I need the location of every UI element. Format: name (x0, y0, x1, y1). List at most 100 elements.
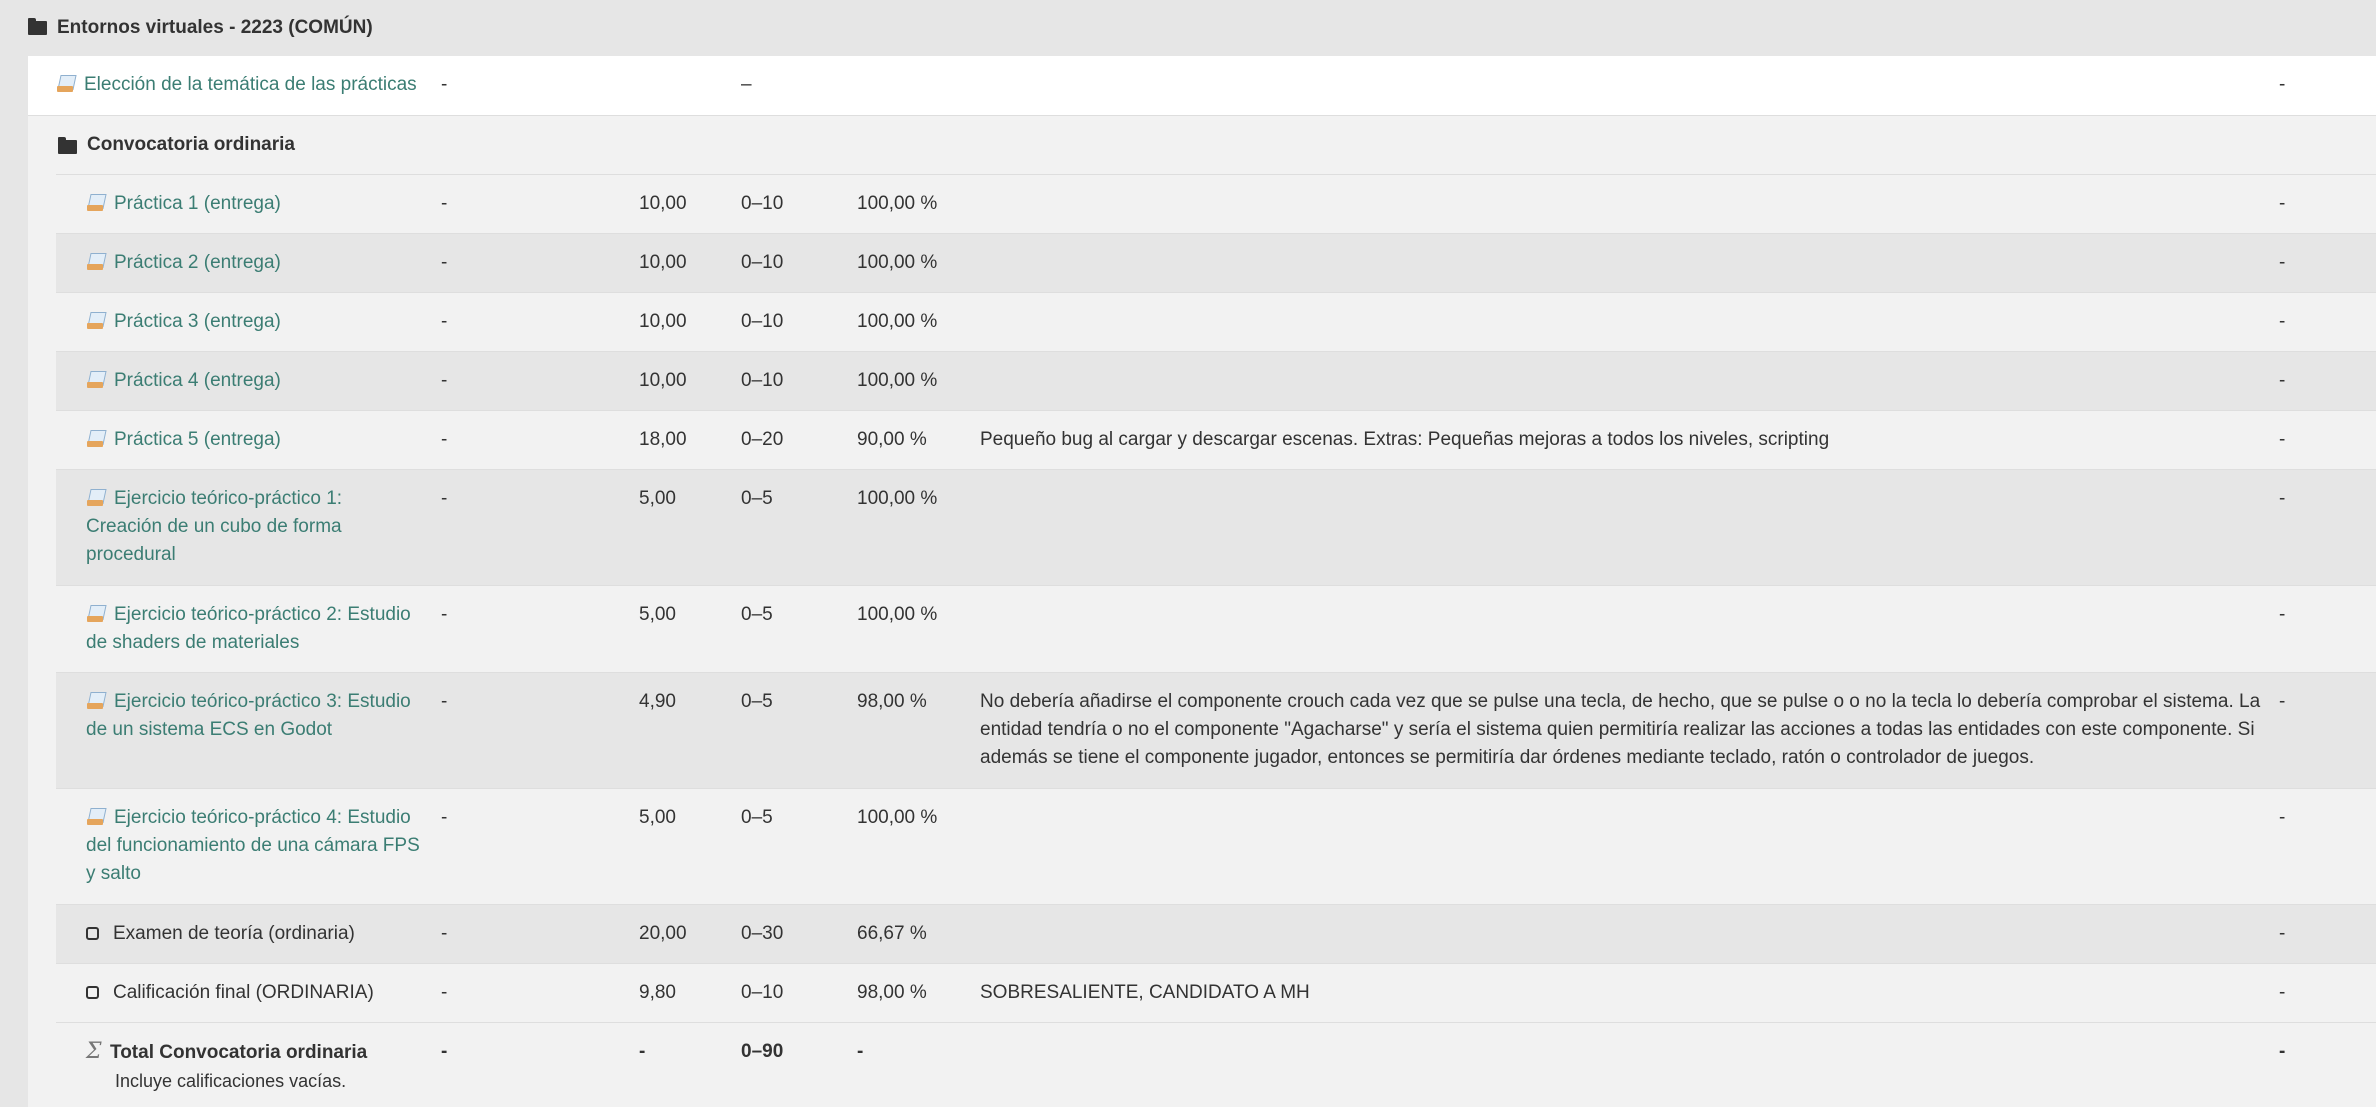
cell-col1: - (441, 429, 448, 450)
total-note: Incluye calificaciones vacías. (115, 1071, 347, 1091)
cell-range: 0–5 (741, 807, 773, 828)
subcategory-header: Convocatoria ordinaria (28, 115, 2376, 174)
cell-percentage: 100,00 % (857, 311, 938, 332)
grade-item-link[interactable]: Práctica 1 (entrega) (86, 190, 416, 218)
grade-item-name-cell: Ejercicio teórico-práctico 2: Estudio de … (86, 601, 416, 657)
total-title: Total Convocatoria ordinaria (110, 1042, 368, 1063)
grade-item-text[interactable]: Práctica 5 (entrega) (114, 429, 281, 450)
cell-last: - (2279, 923, 2286, 944)
assignment-icon (86, 252, 106, 271)
grade-item-text: Calificación final (ORDINARIA) (113, 982, 374, 1003)
cell-grade: 10,00 (639, 311, 687, 332)
assignment-icon (86, 429, 106, 448)
cell-percentage: 100,00 % (857, 193, 938, 214)
grade-item-text[interactable]: Ejercicio teórico-práctico 4: Estudio (114, 807, 411, 828)
table-row: Examen de teoría (ordinaria) - 20,00 0–30 66… (56, 904, 2376, 963)
table-row: Ejercicio teórico-práctico 4: Estudio del… (56, 788, 2376, 904)
cell-col1: - (441, 604, 448, 625)
cell-range: 0–5 (741, 488, 773, 509)
cell-grade: 10,00 (639, 370, 687, 391)
grade-item-text[interactable]: procedural (86, 544, 176, 565)
cell-range: 0–10 (741, 311, 784, 332)
table-row: Práctica 1 (entrega) - 10,00 0–10 100,00 % - (56, 174, 2376, 233)
grade-item-link[interactable]: de un sistema ECS en Godot (86, 716, 416, 744)
table-row: Calificación final (ORDINARIA) - 9,80 0–10 9… (56, 963, 2376, 1022)
grade-item-name[interactable]: Elección de la temática de las prácticas (84, 74, 417, 95)
grade-item-text[interactable]: Ejercicio teórico-práctico 1: (114, 488, 342, 509)
category-title: Entornos virtuales - 2223 (COMÚN) (57, 17, 373, 38)
assignment-icon (86, 691, 106, 710)
cell-range: 0–10 (741, 193, 784, 214)
feedback-line: entidad tendría o no el componente "Agac… (980, 719, 2255, 740)
grade-item-link[interactable]: del funcionamiento de una cámara FPS (86, 832, 420, 860)
grade-item-name-cell: Ejercicio teórico-práctico 3: Estudio de … (86, 688, 416, 744)
cell-percentage: 98,00 % (857, 691, 927, 712)
grade-item-link[interactable]: Ejercicio teórico-práctico 2: Estudio (86, 601, 416, 629)
cell-col1: - (441, 74, 448, 95)
grade-item-name-cell: Práctica 4 (entrega) (86, 367, 416, 395)
cell-grade: 5,00 (639, 488, 676, 509)
grade-item-name-cell: Ejercicio teórico-práctico 1: Creación de… (86, 485, 416, 569)
grade-item-link[interactable]: Práctica 3 (entrega) (86, 308, 416, 336)
grade-item-link[interactable]: Práctica 5 (entrega) (86, 426, 416, 454)
grade-item-link[interactable]: Creación de un cubo de forma (86, 513, 416, 541)
table-row: Práctica 4 (entrega) - 10,00 0–10 100,00 % - (56, 351, 2376, 410)
manual-item-icon (86, 986, 99, 999)
cell-grade: 10,00 (639, 193, 687, 214)
cell-grade: 4,90 (639, 691, 676, 712)
cell-col1: - (441, 252, 448, 273)
grade-item-link[interactable]: Práctica 4 (entrega) (86, 367, 416, 395)
total-row: Σ Total Convocatoria ordinaria Incluye cal… (56, 1022, 2376, 1102)
grade-item-text[interactable]: Ejercicio teórico-práctico 2: Estudio (114, 604, 411, 625)
sigma-icon: Σ (86, 1039, 102, 1064)
cell-percentage: 100,00 % (857, 252, 938, 273)
assignment-icon (86, 807, 106, 826)
grade-item-text[interactable]: Práctica 2 (entrega) (114, 252, 281, 273)
total-last: - (2279, 1041, 2286, 1062)
grade-item-link[interactable]: Elección de la temática de las prácticas (56, 71, 417, 99)
grade-item-link[interactable]: Práctica 2 (entrega) (86, 249, 416, 277)
grade-item-link[interactable]: Ejercicio teórico-práctico 1: (86, 485, 416, 513)
grade-item-link[interactable]: procedural (86, 541, 416, 569)
grade-item-link[interactable]: y salto (86, 860, 416, 888)
grade-item-text[interactable]: y salto (86, 863, 141, 884)
cell-col1: - (441, 982, 448, 1003)
grade-item-link[interactable]: Ejercicio teórico-práctico 3: Estudio (86, 688, 416, 716)
cell-last: - (2279, 311, 2286, 332)
table-row: Ejercicio teórico-práctico 2: Estudio de … (56, 585, 2376, 672)
total-percentage: - (857, 1041, 864, 1062)
grade-item-text[interactable]: Creación de un cubo de forma (86, 516, 342, 537)
cell-col1: - (441, 923, 448, 944)
grade-item-text[interactable]: de shaders de materiales (86, 632, 299, 653)
grade-item-text[interactable]: Práctica 4 (entrega) (114, 370, 281, 391)
cell-col1: - (441, 807, 448, 828)
cell-percentage: 100,00 % (857, 488, 938, 509)
grade-item-link[interactable]: de shaders de materiales (86, 629, 416, 657)
cell-feedback: Pequeño bug al cargar y descargar escena… (980, 429, 1830, 450)
folder-icon (28, 18, 47, 35)
grade-item-name-cell: Práctica 2 (entrega) (86, 249, 416, 277)
cell-grade: 5,00 (639, 604, 676, 625)
grade-table: Elección de la temática de las prácticas… (28, 56, 2376, 1107)
grade-item-text[interactable]: Práctica 1 (entrega) (114, 193, 281, 214)
assignment-icon (56, 74, 76, 93)
grade-item-text[interactable]: Ejercicio teórico-práctico 3: Estudio (114, 691, 411, 712)
grade-item-text[interactable]: de un sistema ECS en Godot (86, 719, 332, 740)
grade-item-text[interactable]: Práctica 3 (entrega) (114, 311, 281, 332)
cell-col1: - (441, 311, 448, 332)
table-row: Ejercicio teórico-práctico 3: Estudio de … (56, 672, 2376, 788)
grade-item-name-cell: Calificación final (ORDINARIA) (86, 979, 416, 1007)
grade-item-link[interactable]: Ejercicio teórico-práctico 4: Estudio (86, 804, 416, 832)
assignment-icon (86, 370, 106, 389)
total-range: 0–90 (741, 1041, 784, 1062)
grade-item-text[interactable]: del funcionamiento de una cámara FPS (86, 835, 420, 856)
cell-range: 0–5 (741, 691, 773, 712)
cell-percentage: 90,00 % (857, 429, 927, 450)
total-grade: - (639, 1041, 646, 1062)
subcategory-title: Convocatoria ordinaria (87, 134, 295, 155)
cell-last: - (2279, 193, 2286, 214)
grade-item-name: Calificación final (ORDINARIA) (86, 979, 416, 1007)
cell-range: 0–10 (741, 982, 784, 1003)
assignment-icon (86, 193, 106, 212)
assignment-icon (86, 311, 106, 330)
